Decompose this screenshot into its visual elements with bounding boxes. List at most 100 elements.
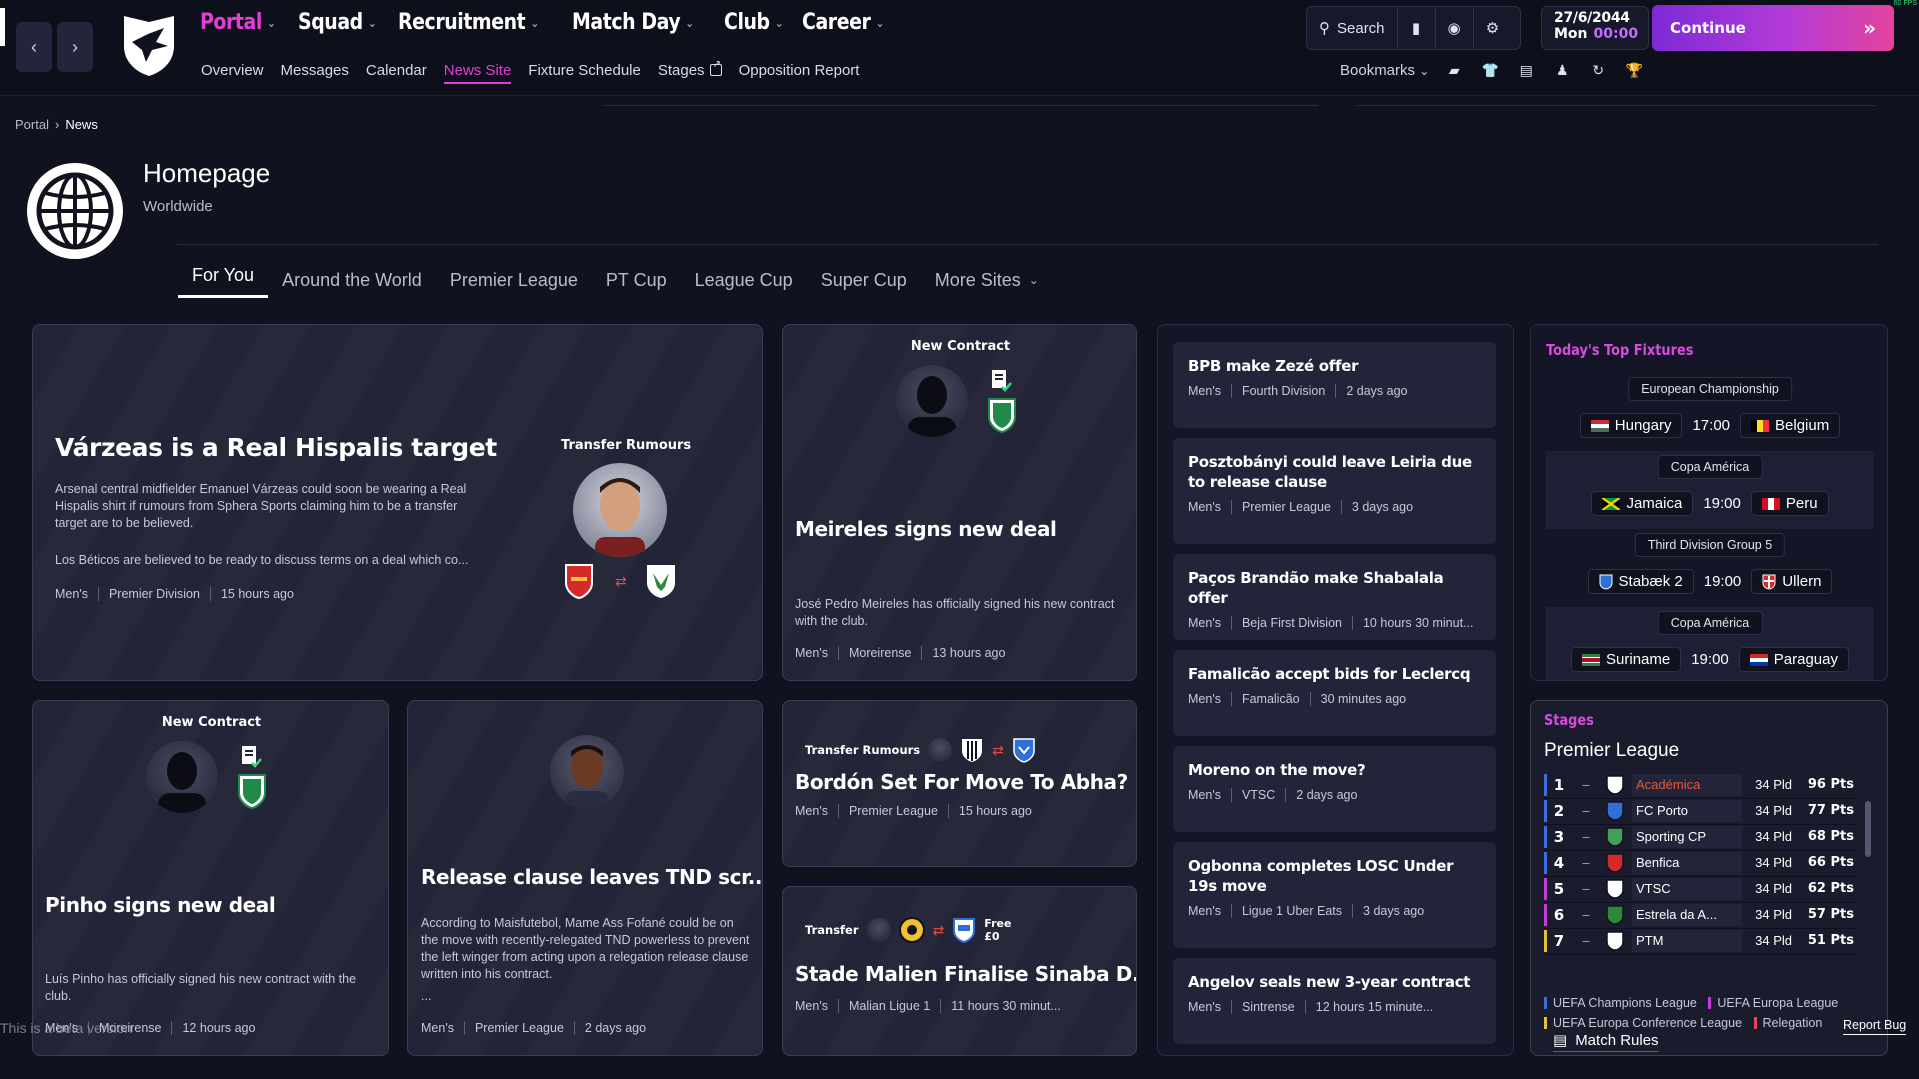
nav-squad[interactable]: Squad ⌄ bbox=[298, 10, 377, 35]
meta-time: 30 minutes ago bbox=[1309, 692, 1406, 706]
meta-time: 3 days ago bbox=[1352, 904, 1424, 918]
suriname-flag-icon bbox=[1582, 653, 1601, 666]
points: 62 Pts bbox=[1807, 881, 1854, 896]
meta-club: VTSC bbox=[1230, 788, 1275, 802]
chevron-down-icon: ⌄ bbox=[530, 15, 540, 30]
points: 51 Pts bbox=[1807, 933, 1854, 948]
headline-item[interactable]: Moreno on the move? Men's VTSC 2 days ago bbox=[1173, 746, 1496, 832]
card-tag: Transfer Rumours bbox=[805, 743, 921, 757]
legend-label: Relegation bbox=[1762, 1016, 1823, 1030]
nav-portal[interactable]: Portal ⌄ bbox=[200, 10, 276, 35]
qualification-bar bbox=[1544, 852, 1547, 874]
report-bug-link[interactable]: Report Bug bbox=[1843, 1018, 1907, 1035]
nav-recruitment[interactable]: Recruitment ⌄ bbox=[398, 10, 539, 35]
table-row[interactable]: 1 – Académica 34 Pld 96 Pts bbox=[1544, 771, 1858, 799]
tab-for-you[interactable]: For You bbox=[178, 262, 269, 298]
position-change: – bbox=[1582, 777, 1590, 792]
tab-premier-league[interactable]: Premier League bbox=[436, 262, 592, 298]
table-row[interactable]: 6 – Estrela da A... 34 Pld 57 Pts bbox=[1544, 901, 1858, 929]
headline-item[interactable]: Paços Brandão make Shabalala offer Men's… bbox=[1173, 554, 1496, 640]
headline-item[interactable]: Famalicão accept bids for Leclercq Men's… bbox=[1173, 650, 1496, 736]
tab-league-cup[interactable]: League Cup bbox=[681, 262, 807, 298]
trophy-icon[interactable]: 🏆 bbox=[1623, 62, 1645, 79]
tab-around-the-world[interactable]: Around the World bbox=[268, 262, 436, 298]
headline-item[interactable]: BPB make Zezé offer Men's Fourth Division… bbox=[1173, 342, 1496, 428]
subnav-news-site[interactable]: News Site bbox=[443, 62, 512, 84]
news-card-bordon[interactable]: Transfer Rumours ⇄ Bordón Set For Move T… bbox=[782, 700, 1137, 867]
meta-gender: Men's bbox=[1188, 500, 1221, 514]
bookmarks-label: Bookmarks bbox=[1340, 62, 1416, 79]
search-button[interactable]: ⚲ Search bbox=[1307, 7, 1398, 49]
subnav-messages[interactable]: Messages bbox=[281, 62, 349, 84]
team-name: VTSC bbox=[1632, 877, 1742, 900]
tab-pt-cup[interactable]: PT Cup bbox=[592, 262, 681, 298]
scrollbar-thumb[interactable] bbox=[1865, 801, 1871, 857]
fixture[interactable]: European Championship Hungary 17:00 Belg… bbox=[1546, 373, 1874, 451]
refresh-icon[interactable]: ↻ bbox=[1587, 62, 1609, 79]
table-row[interactable]: 5 – VTSC 34 Pld 62 Pts bbox=[1544, 875, 1858, 903]
stabaek-crest-icon bbox=[1599, 574, 1613, 590]
fee-label: Free bbox=[984, 917, 1012, 930]
meta-time: 2 days ago bbox=[1285, 788, 1357, 802]
news-card-release-clause[interactable]: Release clause leaves TND scr... Accordi… bbox=[407, 700, 763, 1056]
forward-button[interactable]: › bbox=[57, 22, 93, 72]
table-row[interactable]: 7 – PTM 34 Pld 51 Pts bbox=[1544, 927, 1858, 955]
table-position: 3 bbox=[1553, 827, 1565, 846]
continue-button[interactable]: Continue » bbox=[1652, 5, 1894, 51]
meta-competition: Premier Division bbox=[97, 587, 200, 601]
table-row[interactable]: 2 – FC Porto 34 Pld 77 Pts bbox=[1544, 797, 1858, 825]
fixture[interactable]: Copa América Suriname 19:00 Paraguay bbox=[1546, 607, 1874, 680]
club-crest-logo[interactable] bbox=[118, 12, 180, 78]
fixture-competition: European Championship bbox=[1628, 377, 1792, 401]
window-edge-marker bbox=[0, 8, 5, 46]
feature-news-card[interactable]: Várzeas is a Real Hispalis target Arsena… bbox=[32, 324, 763, 681]
back-button[interactable]: ‹ bbox=[16, 22, 52, 72]
headline-item[interactable]: Posztobányi could leave Leiria due to re… bbox=[1173, 438, 1496, 544]
played: 34 Pld bbox=[1755, 907, 1792, 922]
table-row[interactable]: 4 – Benfica 34 Pld 66 Pts bbox=[1544, 849, 1858, 877]
nav-club[interactable]: Club ⌄ bbox=[724, 10, 783, 35]
subnav-calendar[interactable]: Calendar bbox=[366, 62, 427, 84]
news-card-stade-malien[interactable]: Transfer ⇄ Free £0 Stade Malien Finalise… bbox=[782, 886, 1137, 1056]
fixture[interactable]: Copa América Jamaica 19:00 Peru bbox=[1546, 451, 1874, 529]
shirt-icon[interactable]: 👕 bbox=[1479, 62, 1501, 79]
subnav-overview[interactable]: Overview bbox=[201, 62, 264, 84]
staff-icon[interactable]: ♟ bbox=[1551, 62, 1573, 79]
bookmark-button[interactable]: ▮ bbox=[1398, 7, 1436, 49]
card-tag-row: Transfer ⇄ Free £0 bbox=[805, 917, 1011, 943]
headline-title: BPB make Zezé offer bbox=[1188, 357, 1359, 375]
subnav-opposition-report[interactable]: Opposition Report bbox=[739, 62, 860, 84]
meta-time: 2 days ago bbox=[573, 1021, 646, 1035]
team-crest-icon bbox=[1598, 800, 1632, 821]
nav-match-day[interactable]: Match Day ⌄ bbox=[572, 10, 694, 35]
table-position: 5 bbox=[1553, 879, 1565, 898]
hungary-flag-icon bbox=[1590, 419, 1609, 432]
subnav-fixture-schedule[interactable]: Fixture Schedule bbox=[528, 62, 641, 84]
away-team: Ullern bbox=[1751, 569, 1833, 594]
chevron-down-icon: ⌄ bbox=[1419, 64, 1430, 78]
tab-super-cup[interactable]: Super Cup bbox=[807, 262, 921, 298]
chat-icon[interactable]: ▰ bbox=[1443, 62, 1465, 79]
help-button[interactable]: ◉ bbox=[1436, 7, 1474, 49]
card-meta: Men's Premier League 2 days ago bbox=[421, 1021, 646, 1035]
fixture[interactable]: Third Division Group 5 Stabæk 2 19:00 Ul… bbox=[1546, 529, 1874, 607]
card-meta: Men's Malian Ligue 1 11 hours 30 minut..… bbox=[795, 999, 1061, 1013]
match-rules-link[interactable]: ▤ Match Rules bbox=[1553, 1031, 1659, 1052]
feature-headline: Várzeas is a Real Hispalis target bbox=[55, 433, 497, 462]
abha-crest-icon bbox=[1013, 738, 1035, 763]
subnav-stages[interactable]: Stages bbox=[658, 59, 722, 84]
tab-more-sites[interactable]: More Sites ⌄ bbox=[921, 262, 1053, 298]
news-card-meireles[interactable]: New Contract Meireles signs new deal Jos… bbox=[782, 324, 1137, 681]
headline-item[interactable]: Ogbonna completes LOSC Under 19s move Me… bbox=[1173, 842, 1496, 948]
bookmarks-dropdown[interactable]: Bookmarks ⌄ bbox=[1340, 62, 1429, 79]
contract-document-icon bbox=[240, 745, 262, 774]
meta-competition: Beja First Division bbox=[1230, 616, 1342, 630]
clipboard-icon[interactable]: ▤ bbox=[1515, 62, 1537, 79]
news-card-pinho[interactable]: New Contract Pinho signs new deal Luís P… bbox=[32, 700, 389, 1056]
breadcrumb-portal[interactable]: Portal bbox=[15, 117, 49, 132]
headline-item[interactable]: Angelov seals new 3-year contract Men's S… bbox=[1173, 958, 1496, 1044]
position-change: – bbox=[1582, 803, 1590, 818]
nav-career[interactable]: Career ⌄ bbox=[802, 10, 884, 35]
table-row[interactable]: 3 – Sporting CP 34 Pld 68 Pts bbox=[1544, 823, 1858, 851]
settings-button[interactable]: ⚙ bbox=[1474, 7, 1512, 49]
